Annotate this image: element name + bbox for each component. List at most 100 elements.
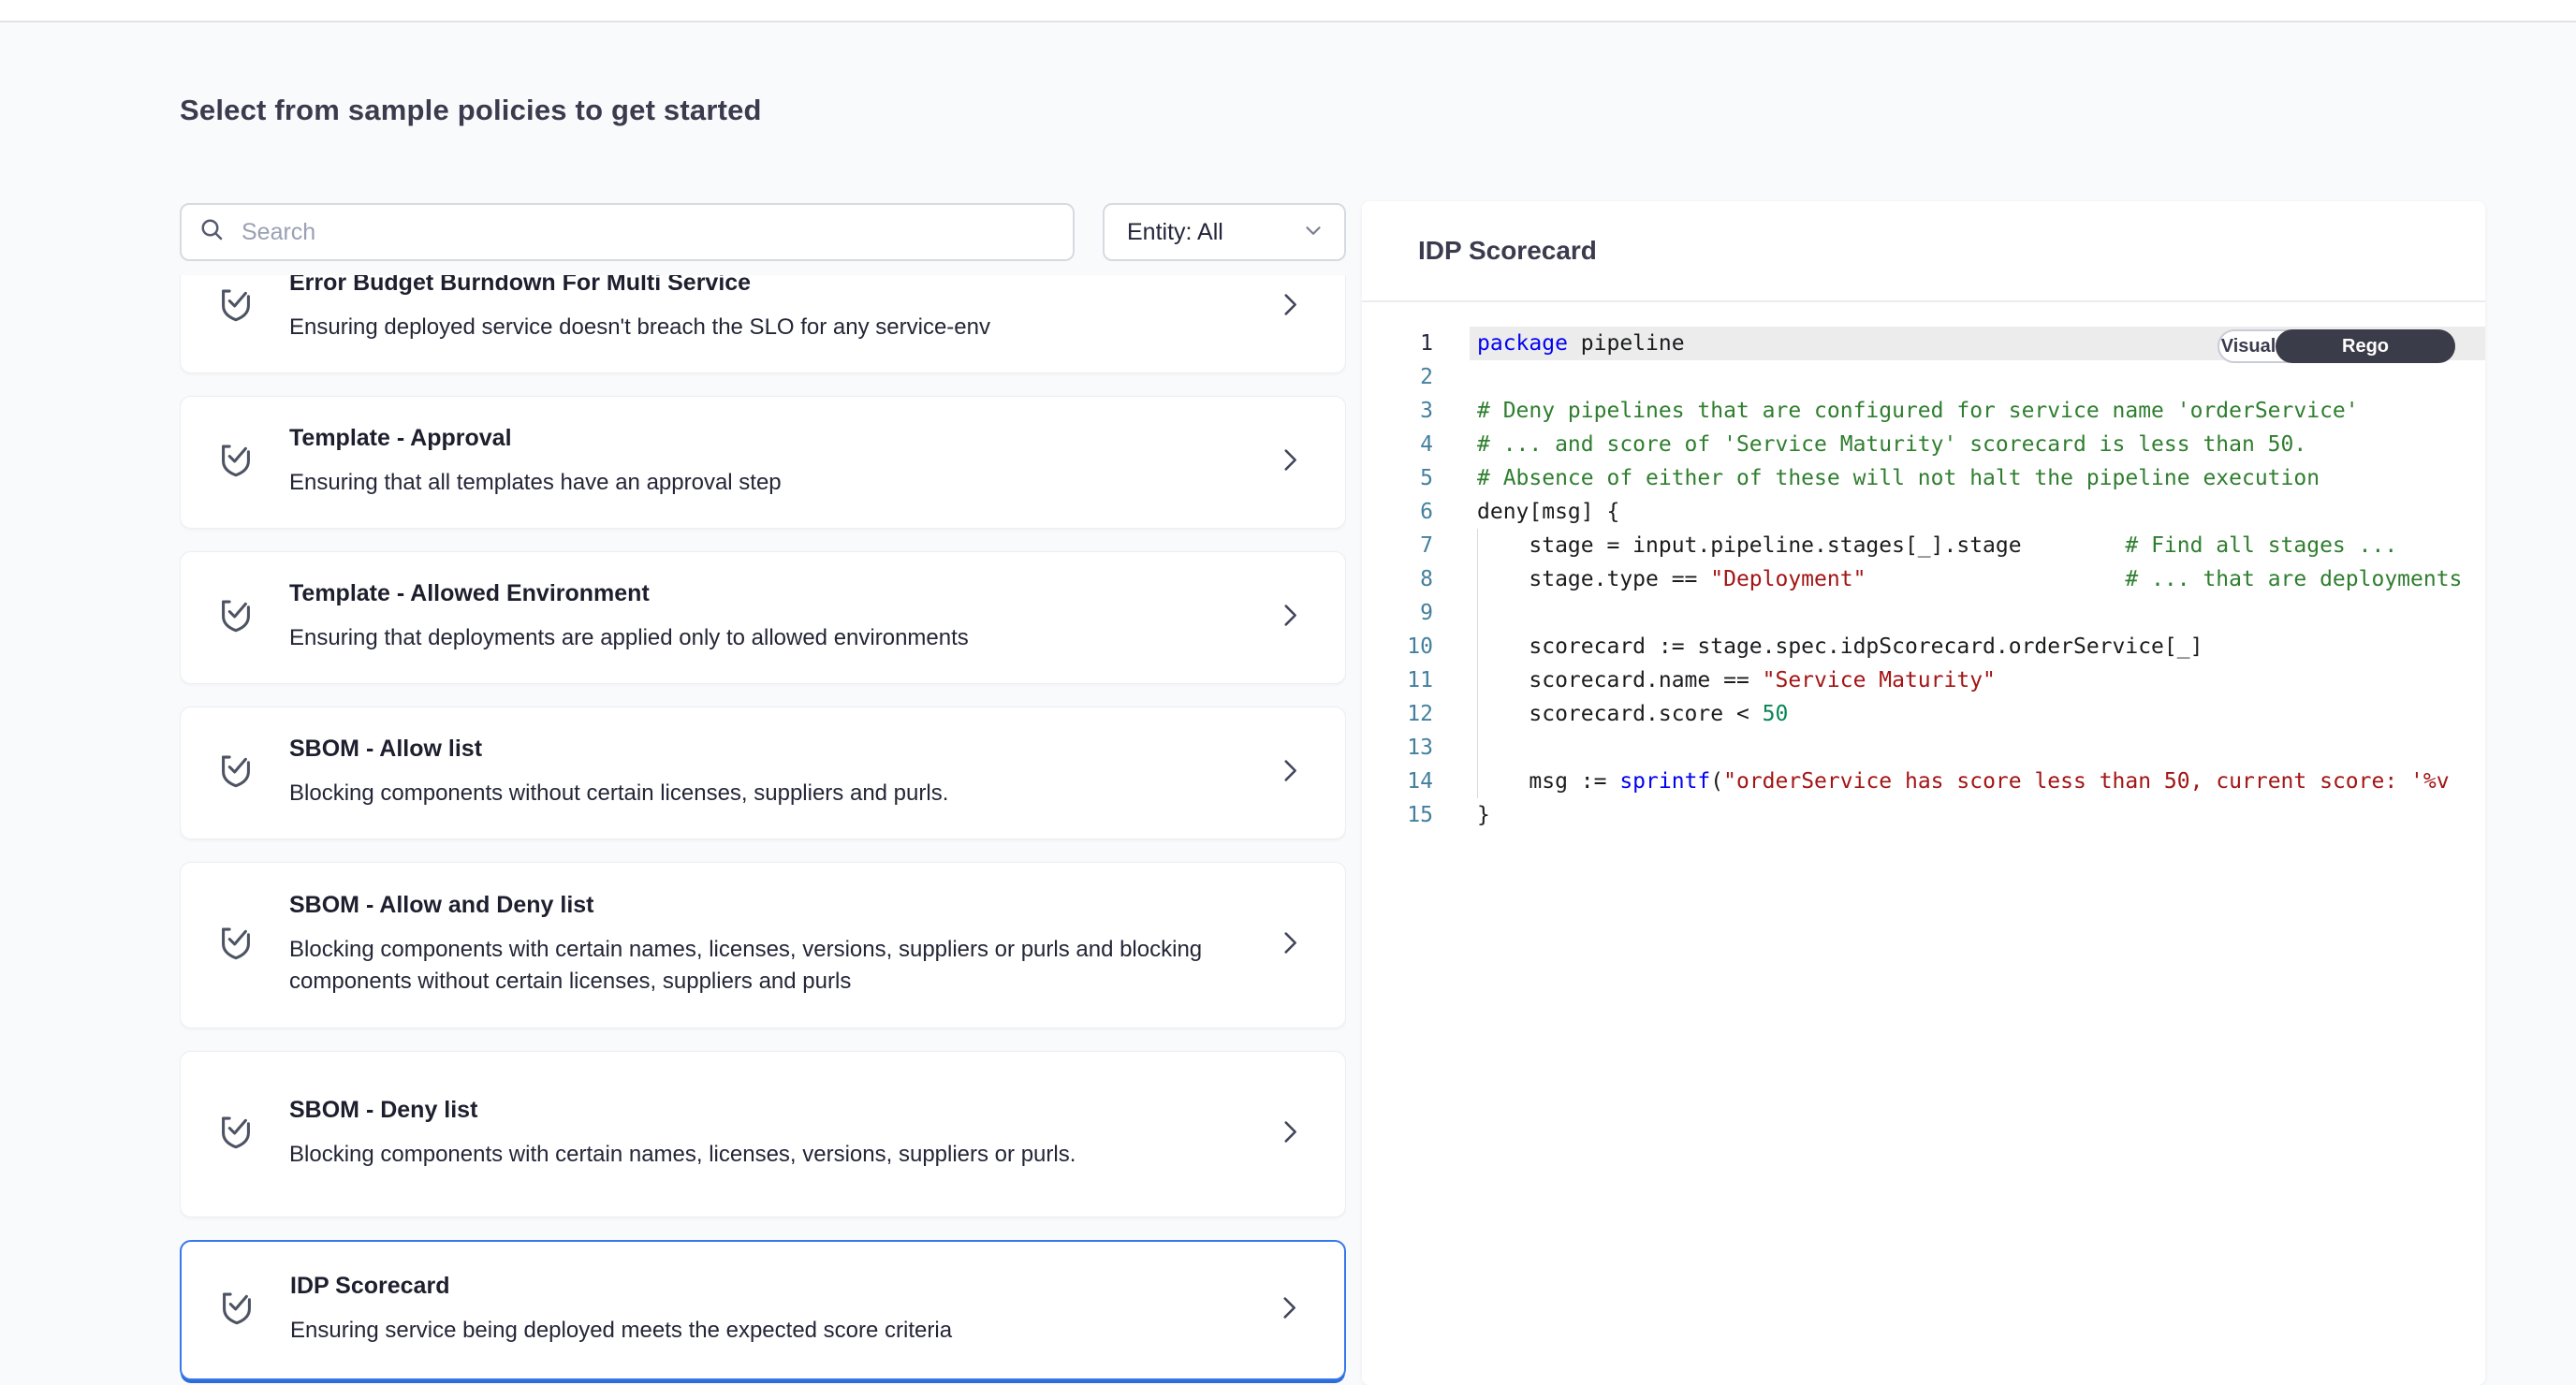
policy-title: Template - Allowed Environment: [289, 581, 1261, 605]
top-divider: [0, 0, 2576, 22]
line-number: 4: [1362, 428, 1446, 461]
indent-guide: [1477, 529, 1478, 798]
line-number: 9: [1362, 596, 1446, 630]
chevron-right-icon: [1274, 289, 1306, 326]
line-number: 8: [1362, 562, 1446, 596]
line-number: 14: [1362, 765, 1446, 798]
line-number: 12: [1362, 697, 1446, 731]
code-text: scorecard := stage.spec.idpScorecard.ord…: [1470, 630, 2485, 663]
policy-text: SBOM - Deny list Blocking components wit…: [289, 1098, 1261, 1171]
shield-check-icon: [214, 922, 257, 970]
policy-title: SBOM - Deny list: [289, 1098, 1261, 1122]
line-number: 3: [1362, 394, 1446, 428]
code-line: 3 # Deny pipelines that are configured fo…: [1362, 394, 2485, 428]
rego-code-editor[interactable]: 1package pipeline23# Deny pipelines that…: [1362, 302, 2485, 832]
chevron-right-icon: [1274, 927, 1306, 964]
policy-title: SBOM - Allow list: [289, 736, 1261, 761]
detail-header: IDP Scorecard: [1362, 201, 2485, 302]
policy-description: Ensuring service being deployed meets th…: [290, 1315, 1226, 1347]
code-text: scorecard.score < 50: [1470, 697, 2485, 731]
code-text: # ... and score of 'Service Maturity' sc…: [1470, 428, 2485, 461]
code-text: [1470, 731, 2485, 765]
policy-card[interactable]: SBOM - Allow and Deny list Blocking comp…: [180, 862, 1346, 1028]
policy-text: Error Budget Burndown For Multi Service …: [289, 275, 1261, 343]
code-line: 2: [1362, 360, 2485, 394]
policy-card[interactable]: SBOM - Allow list Blocking components wi…: [180, 707, 1346, 839]
policy-list: Error Budget Burndown For Multi Service …: [180, 275, 1346, 1385]
line-number: 2: [1362, 360, 1446, 394]
chevron-right-icon: [1273, 1292, 1305, 1329]
shield-check-icon: [215, 1287, 258, 1334]
code-text: # Deny pipelines that are configured for…: [1470, 394, 2485, 428]
code-text: # Absence of either of these will not ha…: [1470, 461, 2485, 495]
line-number: 10: [1362, 630, 1446, 663]
code-line: 6deny[msg] {: [1362, 495, 2485, 529]
policy-card[interactable]: SBOM - Deny list Blocking components wit…: [180, 1051, 1346, 1217]
policy-description: Ensuring that deployments are applied on…: [289, 622, 1225, 654]
chevron-down-icon: [1301, 218, 1325, 247]
editor-mode-toggle: Visual Rego: [2217, 329, 2455, 363]
line-number: 6: [1362, 495, 1446, 529]
chevron-right-icon: [1274, 1116, 1306, 1153]
entity-filter-label: Entity: All: [1127, 219, 1223, 246]
policy-description: Blocking components with certain names, …: [289, 1139, 1225, 1171]
rego-toggle-button[interactable]: Rego: [2276, 329, 2455, 363]
policy-card[interactable]: Template - Approval Ensuring that all te…: [180, 396, 1346, 529]
code-text: scorecard.name == "Service Maturity": [1470, 663, 2485, 697]
search-input[interactable]: [240, 218, 1056, 247]
code-line: 5 # Absence of either of these will not h…: [1362, 461, 2485, 495]
code-text: msg := sprintf("orderService has score l…: [1470, 765, 2485, 798]
line-number: 15: [1362, 798, 1446, 832]
page-title: Select from sample policies to get start…: [180, 94, 762, 127]
code-line: 12 scorecard.score < 50: [1362, 697, 2485, 731]
policy-description: Blocking components with certain names, …: [289, 934, 1225, 998]
code-line: 9: [1362, 596, 2485, 630]
policy-card[interactable]: IDP Scorecard Ensuring service being dep…: [180, 1240, 1346, 1380]
code-line: 4 # ... and score of 'Service Maturity' s…: [1362, 428, 2485, 461]
code-line: 11 scorecard.name == "Service Maturity": [1362, 663, 2485, 697]
code-text: stage = input.pipeline.stages[_].stage #…: [1470, 529, 2485, 562]
policy-text: Template - Approval Ensuring that all te…: [289, 426, 1261, 499]
policy-description: Blocking components without certain lice…: [289, 778, 1225, 809]
policy-card[interactable]: Error Budget Burndown For Multi Service …: [180, 275, 1346, 373]
code-text: [1470, 360, 2485, 394]
policy-text: SBOM - Allow and Deny list Blocking comp…: [289, 893, 1261, 998]
policy-title: IDP Scorecard: [290, 1274, 1260, 1298]
policy-text: SBOM - Allow list Blocking components wi…: [289, 736, 1261, 809]
shield-check-icon: [214, 750, 257, 797]
line-number: 11: [1362, 663, 1446, 697]
shield-check-icon: [214, 594, 257, 642]
code-line: 7 stage = input.pipeline.stages[_].stage…: [1362, 529, 2485, 562]
chevron-right-icon: [1274, 445, 1306, 481]
code-line: 13: [1362, 731, 2485, 765]
detail-title: IDP Scorecard: [1418, 236, 1597, 266]
policy-title: Template - Approval: [289, 426, 1261, 450]
sample-policies-page: Select from sample policies to get start…: [0, 0, 2576, 1385]
chevron-right-icon: [1274, 755, 1306, 792]
code-text: [1470, 596, 2485, 630]
policy-description: Ensuring deployed service doesn't breach…: [289, 312, 1225, 343]
code-text: stage.type == "Deployment" # ... that ar…: [1470, 562, 2485, 596]
shield-check-icon: [214, 1111, 257, 1159]
shield-check-icon: [214, 284, 257, 331]
policy-text: Template - Allowed Environment Ensuring …: [289, 581, 1261, 654]
code-line: 14 msg := sprintf("orderService has scor…: [1362, 765, 2485, 798]
policy-card[interactable]: Template - Allowed Environment Ensuring …: [180, 551, 1346, 684]
line-number: 5: [1362, 461, 1446, 495]
code-line: 8 stage.type == "Deployment" # ... that …: [1362, 562, 2485, 596]
entity-filter-dropdown[interactable]: Entity: All: [1103, 203, 1346, 261]
code-line: 15}: [1362, 798, 2485, 832]
code-text: }: [1470, 798, 2485, 832]
policy-detail-panel: IDP Scorecard Visual Rego 1package pipel…: [1362, 201, 2485, 1385]
line-number: 1: [1362, 327, 1446, 360]
chevron-right-icon: [1274, 600, 1306, 636]
visual-toggle-button[interactable]: Visual: [2219, 331, 2277, 361]
policy-title: SBOM - Allow and Deny list: [289, 893, 1261, 917]
policy-text: IDP Scorecard Ensuring service being dep…: [290, 1274, 1260, 1347]
policy-description: Ensuring that all templates have an appr…: [289, 467, 1225, 499]
code-line: 10 scorecard := stage.spec.idpScorecard.…: [1362, 630, 2485, 663]
search-box[interactable]: [180, 203, 1075, 261]
shield-check-icon: [214, 439, 257, 487]
policy-title: Error Budget Burndown For Multi Service: [289, 275, 1261, 295]
line-number: 7: [1362, 529, 1446, 562]
